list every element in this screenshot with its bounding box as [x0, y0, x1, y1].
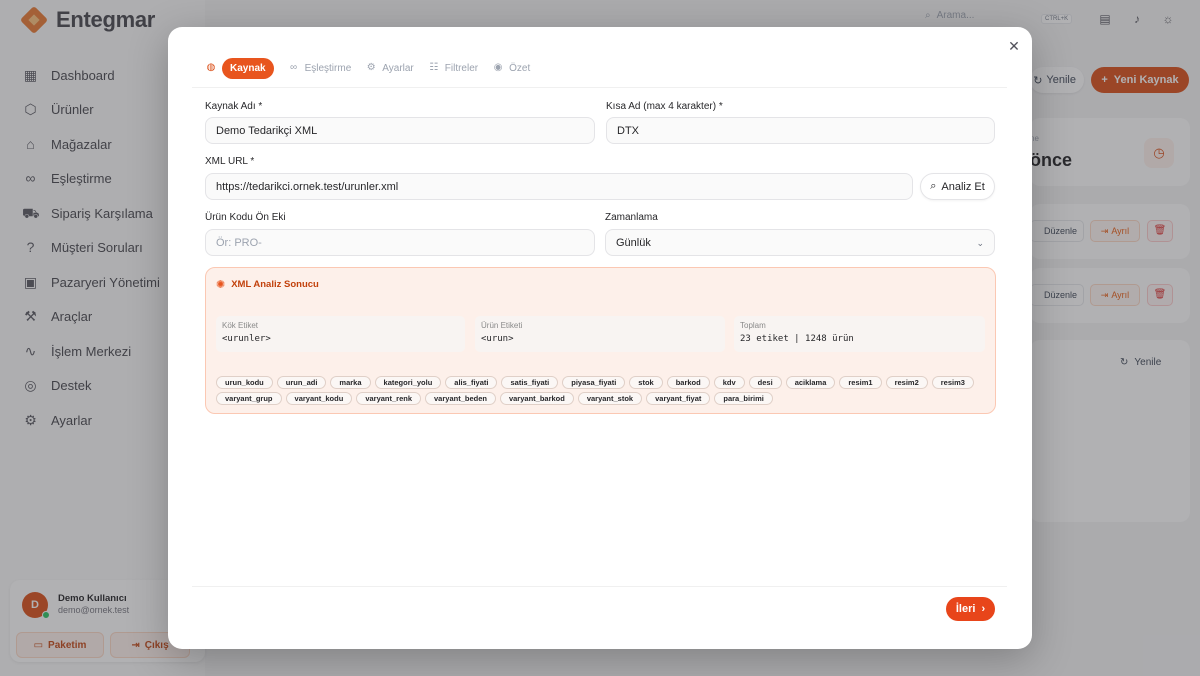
- step-label: Filtreler: [444, 62, 479, 74]
- root-tag-label: Kök Etiket: [222, 321, 259, 330]
- schedule-value: Günlük: [616, 236, 651, 249]
- xml-tag-chip: resim2: [885, 376, 928, 389]
- xml-tag-chip: desi: [748, 376, 782, 389]
- schedule-select[interactable]: Günlük ⌄: [605, 229, 995, 256]
- xml-tag-chip: varyant_barkod: [499, 392, 574, 405]
- chevron-right-icon: ›: [981, 603, 986, 615]
- xml-tag-chip: varyant_kodu: [285, 392, 353, 405]
- globe-icon: ◍: [206, 62, 216, 73]
- xml-tag-chip: kategori_yolu: [374, 376, 442, 389]
- result-title-text: XML Analiz Sonucu: [231, 279, 319, 290]
- tag-list: urun_kodu urun_adi marka kategori_yolu a…: [216, 376, 986, 405]
- xml-url-input[interactable]: https://tedarikci.ornek.test/urunler.xml: [205, 173, 913, 200]
- next-button[interactable]: İleri ›: [946, 597, 995, 621]
- chevron-down-icon: ⌄: [976, 238, 984, 248]
- search-icon: ⌕: [930, 180, 937, 192]
- step-label: Ayarlar: [382, 62, 414, 74]
- xml-source-modal: ✕ ◍ Kaynak ∞ Eşleştirme ⚙ Ayarlar ☷ Filtrele…: [168, 27, 1032, 649]
- short-name-input[interactable]: DTX: [606, 117, 995, 144]
- root-tag-value: <urunler>: [222, 334, 271, 344]
- source-name-label: Kaynak Adı *: [205, 101, 263, 112]
- analyze-button[interactable]: ⌕ Analiz Et: [920, 173, 995, 200]
- xml-tag-chip: varyant_renk: [356, 392, 422, 405]
- step-ayarlar[interactable]: ⚙ Ayarlar: [365, 62, 414, 74]
- product-tag-value: <urun>: [481, 334, 514, 344]
- xml-tag-chip: urun_adi: [276, 376, 327, 389]
- xml-tag-chip: barkod: [666, 376, 710, 389]
- filter-icon: ☷: [429, 62, 439, 73]
- xml-tag-chip: alis_fiyati: [445, 376, 498, 389]
- eye-icon: ◉: [493, 62, 503, 73]
- xml-tag-chip: aciklama: [785, 376, 836, 389]
- close-icon[interactable]: ✕: [1006, 38, 1022, 54]
- product-prefix-label: Ürün Kodu Ön Eki: [205, 212, 286, 223]
- xml-tag-chip: resim3: [931, 376, 974, 389]
- xml-tag-chip: stok: [629, 376, 663, 389]
- sparkles-icon: ✺: [216, 279, 226, 291]
- short-name-label: Kısa Ad (max 4 karakter) *: [606, 101, 723, 112]
- xml-tag-chip: varyant_stok: [577, 392, 643, 405]
- xml-analysis-result: ✺ XML Analiz Sonucu Kök Etiket <urunler> …: [205, 267, 996, 414]
- divider: [192, 586, 1007, 587]
- xml-tag-chip: marka: [330, 376, 371, 389]
- analyze-label: Analiz Et: [941, 180, 985, 193]
- xml-tag-chip: varyant_fiyat: [646, 392, 711, 405]
- product-prefix-input[interactable]: Ör: PRO-: [205, 229, 595, 256]
- xml-tag-chip: para_birimi: [714, 392, 773, 405]
- xml-tag-chip: satis_fiyati: [501, 376, 559, 389]
- xml-tag-chip: resim1: [839, 376, 882, 389]
- xml-tag-chip: varyant_grup: [216, 392, 282, 405]
- step-filtreler[interactable]: ☷ Filtreler: [428, 62, 478, 74]
- step-eslestirme[interactable]: ∞ Eşleştirme: [288, 62, 352, 74]
- product-tag-label: Ürün Etiketi: [481, 321, 523, 330]
- divider: [192, 87, 1007, 88]
- xml-tag-chip: piyasa_fiyati: [562, 376, 626, 389]
- root-tag-box: Kök Etiket <urunler>: [216, 316, 465, 352]
- xml-url-label: XML URL *: [205, 156, 255, 167]
- wizard-steps: ◍ Kaynak ∞ Eşleştirme ⚙ Ayarlar ☷ Filtreler …: [205, 57, 544, 79]
- step-kaynak[interactable]: ◍ Kaynak: [205, 57, 274, 79]
- total-label: Toplam: [740, 321, 766, 330]
- step-label: Kaynak: [222, 57, 274, 79]
- xml-tag-chip: kdv: [713, 376, 745, 389]
- total-box: Toplam 23 etiket | 1248 ürün: [734, 316, 985, 352]
- source-name-input[interactable]: Demo Tedarikçi XML: [205, 117, 595, 144]
- step-ozet[interactable]: ◉ Özet: [492, 62, 531, 74]
- total-value: 23 etiket | 1248 ürün: [740, 334, 854, 344]
- step-label: Eşleştirme: [304, 62, 352, 74]
- next-label: İleri: [955, 603, 976, 615]
- step-label: Özet: [509, 62, 531, 74]
- xml-tag-chip: varyant_beden: [425, 392, 496, 405]
- product-tag-box: Ürün Etiketi <urun>: [475, 316, 725, 352]
- link-icon: ∞: [290, 62, 298, 73]
- schedule-label: Zamanlama: [605, 212, 658, 223]
- gear-icon: ⚙: [366, 62, 376, 73]
- result-title: ✺ XML Analiz Sonucu: [216, 278, 319, 291]
- xml-tag-chip: urun_kodu: [216, 376, 273, 389]
